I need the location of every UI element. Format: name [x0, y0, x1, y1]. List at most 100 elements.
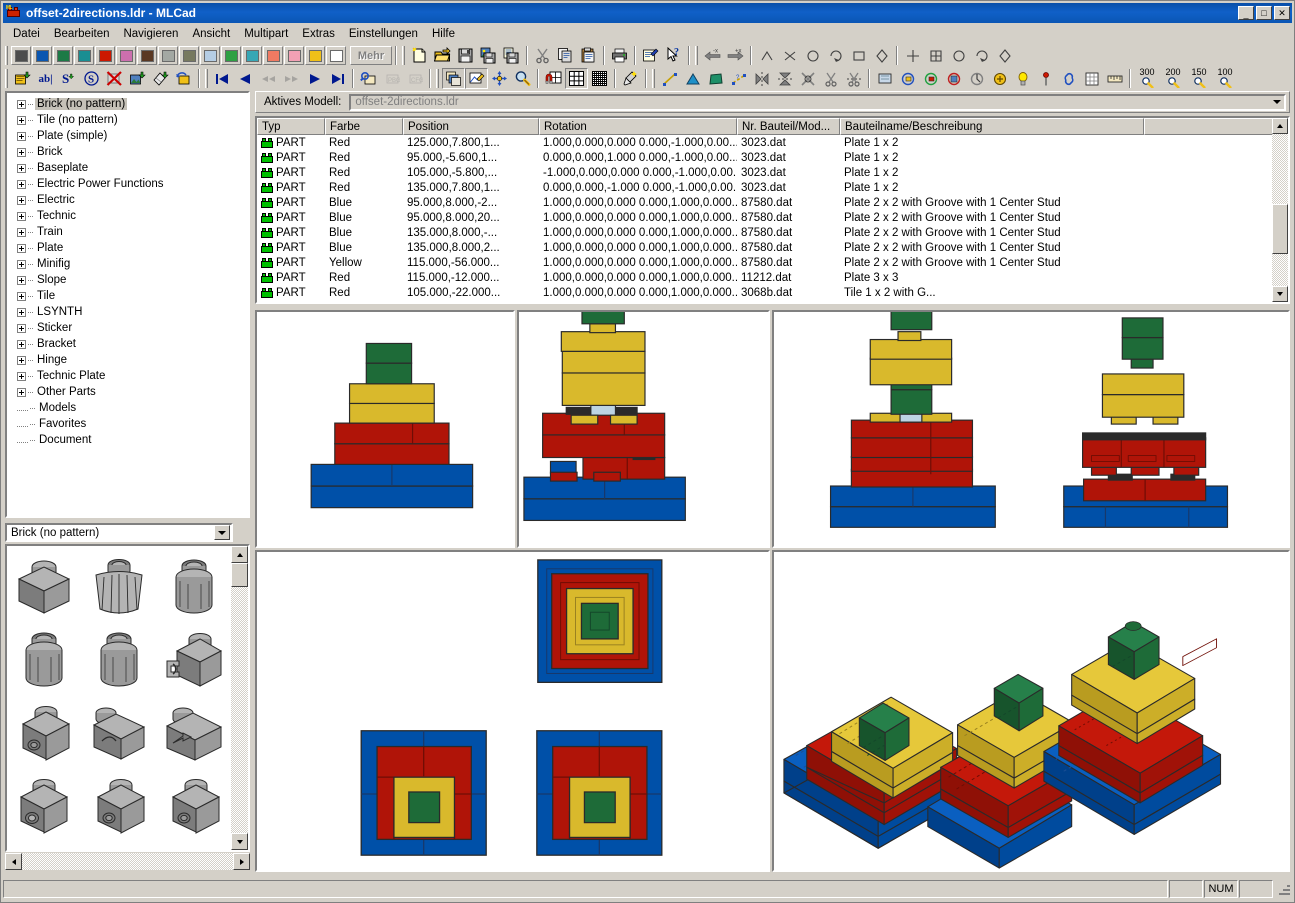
fast-rewind-button[interactable]	[257, 68, 280, 89]
scroll-down-arrow-icon[interactable]	[1272, 286, 1288, 302]
toolbar-grip-6[interactable]	[436, 69, 439, 88]
save-file-button[interactable]	[454, 45, 477, 66]
col-extra[interactable]	[1144, 118, 1288, 135]
parts-list[interactable]: Typ Farbe Position Rotation Nr. Bauteil/Mod.…	[255, 116, 1290, 304]
tree-item-lsynth[interactable]: LSYNTH	[12, 304, 248, 320]
more-colors-button[interactable]: Mehr	[350, 46, 392, 65]
expand-plus-icon[interactable]	[17, 307, 26, 317]
quad-tool-button[interactable]	[704, 68, 727, 89]
tree-item-sticker[interactable]: Sticker	[12, 320, 248, 336]
tree-item-train[interactable]: Train	[12, 224, 248, 240]
color-red-button[interactable]	[95, 46, 115, 65]
rotate-z-button[interactable]	[801, 45, 824, 66]
expand-plus-icon[interactable]	[17, 179, 26, 189]
fast-forward-button[interactable]	[280, 68, 303, 89]
grid-coarse-button[interactable]	[565, 68, 588, 89]
triangle-tool-button[interactable]	[681, 68, 704, 89]
tree-item-document[interactable]: Document	[12, 432, 248, 448]
parts-list-scrollbar[interactable]	[1272, 118, 1288, 302]
expand-plus-icon[interactable]	[17, 387, 26, 397]
table-row[interactable]: PART Red 105.000,-5.800,... -1.000,0.000,0.…	[257, 165, 1272, 180]
edit-view-button[interactable]	[465, 68, 488, 89]
color-brown-button[interactable]	[137, 46, 157, 65]
tree-item-slope[interactable]: Slope	[12, 272, 248, 288]
delete-button[interactable]	[103, 68, 126, 89]
tree-item-plate[interactable]: Plate	[12, 240, 248, 256]
help-button[interactable]: ?	[662, 45, 685, 66]
split-element-button[interactable]	[842, 68, 865, 89]
tree-item-electric-power-functions[interactable]: Electric Power Functions	[12, 176, 248, 192]
tree-item-favorites[interactable]: Favorites	[12, 416, 248, 432]
scroll-down-arrow-icon[interactable]	[231, 833, 248, 850]
link-button-2[interactable]	[1057, 68, 1080, 89]
color-white-button[interactable]	[326, 46, 346, 65]
tree-item-minifig[interactable]: Minifig	[12, 256, 248, 272]
part-category-combo[interactable]: Brick (no pattern)	[5, 523, 233, 542]
line-tool-button[interactable]	[658, 68, 681, 89]
zoom-300-button[interactable]: 300	[1134, 68, 1160, 89]
part-preview-brick-headlight[interactable]	[7, 769, 82, 842]
tree-item-technic-plate[interactable]: Technic Plate	[12, 368, 248, 384]
scroll-thumb[interactable]	[1272, 204, 1288, 254]
rotate-reset-button-2[interactable]	[988, 68, 1011, 89]
scroll-up-arrow-icon[interactable]	[1272, 118, 1288, 134]
light-button[interactable]	[901, 45, 924, 66]
table-row[interactable]: PART Red 115.000,-12.000... 1.000,0.000,0.0…	[257, 270, 1272, 285]
parts-list-body[interactable]: PART Red 125.000,7.800,1... 1.000,0.000,0.0…	[257, 135, 1272, 302]
minimize-button[interactable]: _	[1238, 6, 1254, 20]
expand-plus-icon[interactable]	[17, 243, 26, 253]
open-file-button[interactable]	[431, 45, 454, 66]
menu-hilfe[interactable]: Hilfe	[425, 26, 462, 42]
rotate-x-button[interactable]	[755, 45, 778, 66]
part-preview-brick-stud-b[interactable]	[82, 769, 157, 842]
cfg-button[interactable]: CFG	[403, 68, 426, 89]
resize-grip-icon[interactable]	[1276, 881, 1292, 897]
color-black-button[interactable]	[11, 46, 31, 65]
menu-einstellungen[interactable]: Einstellungen	[342, 26, 425, 42]
part-preview-round-brick-3[interactable]	[82, 623, 157, 696]
pbg-button[interactable]: PBG	[380, 68, 403, 89]
tree-item-baseplate[interactable]: Baseplate	[12, 160, 248, 176]
pan-view-button[interactable]	[488, 68, 511, 89]
ruler-button-2[interactable]	[1103, 68, 1126, 89]
rotate-step-button[interactable]	[847, 45, 870, 66]
tree-item-brick[interactable]: Brick	[12, 144, 248, 160]
tree-item-electric[interactable]: Electric	[12, 192, 248, 208]
viewport-front-left[interactable]	[255, 310, 515, 548]
mirror-y-button[interactable]	[773, 68, 796, 89]
rotate-reset-button[interactable]	[870, 45, 893, 66]
col-position[interactable]: Position	[403, 118, 539, 135]
color-teal-button[interactable]	[74, 46, 94, 65]
hscroll-track[interactable]	[22, 853, 233, 870]
add-part-button[interactable]	[11, 68, 34, 89]
save-all-button[interactable]	[500, 45, 523, 66]
table-row[interactable]: PART Yellow 115.000,-56.000... 1.000,0.000,…	[257, 255, 1272, 270]
expand-plus-icon[interactable]	[17, 323, 26, 333]
expand-plus-icon[interactable]	[17, 131, 26, 141]
rotate-free-button-2[interactable]	[942, 68, 965, 89]
paint-button[interactable]	[149, 68, 172, 89]
menu-datei[interactable]: Datei	[6, 26, 47, 42]
parts-palette[interactable]	[5, 544, 250, 852]
expand-plus-icon[interactable]	[17, 195, 26, 205]
menu-ansicht[interactable]: Ansicht	[185, 26, 237, 42]
previous-step-button[interactable]	[234, 68, 257, 89]
expand-plus-icon[interactable]	[17, 115, 26, 125]
next-step-button[interactable]	[303, 68, 326, 89]
table-row[interactable]: PART Blue 95.000,8.000,20... 1.000,0.000,0.…	[257, 210, 1272, 225]
parts-palette-hscrollbar[interactable]	[5, 853, 250, 870]
col-name[interactable]: Bauteilname/Beschreibung	[840, 118, 1144, 135]
toolbar-grip-4[interactable]	[5, 69, 8, 88]
expand-plus-icon[interactable]	[17, 339, 26, 349]
toolbar-grip-7[interactable]	[652, 69, 655, 88]
expand-plus-icon[interactable]	[17, 227, 26, 237]
mirror-z-button[interactable]	[796, 68, 819, 89]
toolbar-grip-2[interactable]	[402, 46, 405, 65]
col-rotation[interactable]: Rotation	[539, 118, 737, 135]
undo-button[interactable]: -x	[701, 45, 724, 66]
maximize-button[interactable]: □	[1256, 6, 1272, 20]
part-preview-brick-1x1[interactable]	[7, 550, 82, 623]
toolbar-grip[interactable]	[5, 46, 8, 65]
expand-plus-icon[interactable]	[17, 275, 26, 285]
part-category-tree[interactable]: Brick (no pattern) Tile (no pattern) Plate…	[5, 91, 250, 518]
